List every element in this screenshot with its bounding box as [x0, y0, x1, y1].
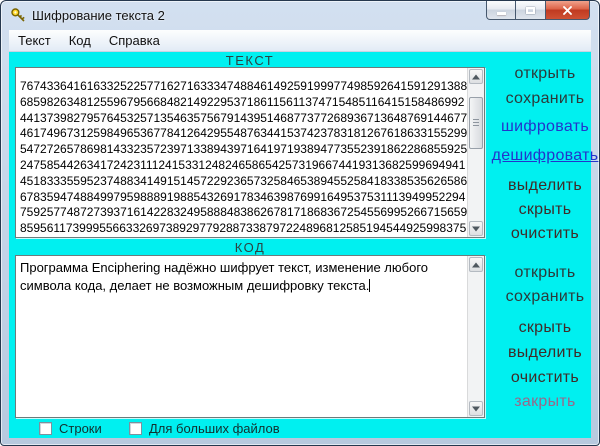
text-line: 7674336416163325225771627163334748846149… — [20, 79, 467, 93]
close-app-button[interactable]: закрыть — [489, 393, 599, 411]
client-area: ТЕКСТ 7674336416163325225771627163334748… — [9, 52, 598, 438]
text-line: 4413739827957645325713546357567914395146… — [20, 110, 467, 125]
select-code-button[interactable]: выделить — [489, 344, 599, 362]
minimize-icon — [496, 11, 506, 15]
key-icon — [10, 7, 27, 24]
large-files-checkbox[interactable]: Для больших файлов — [129, 421, 280, 436]
text-line: 5472726578698143323572397133894397164197… — [20, 142, 467, 157]
code-section-label: КОД — [234, 240, 266, 255]
app-window: Шифрование текста 2 Текст Код Справка ТЕ… — [0, 0, 600, 446]
checkbox-icon[interactable] — [39, 422, 52, 435]
window-controls — [486, 1, 590, 20]
text-line: 6859826348125596795668482149229537186115… — [20, 94, 465, 109]
text-area-content[interactable]: 7674336416163325225771627163334748846149… — [16, 68, 467, 237]
select-text-button[interactable]: выделить — [489, 177, 599, 195]
text-area[interactable]: 7674336416163325225771627163334748846149… — [15, 67, 485, 238]
text-scrollbar[interactable] — [467, 68, 484, 237]
text-line: 8595611739995566332697389297792887338797… — [20, 221, 467, 236]
save-text-button[interactable]: сохранить — [489, 90, 599, 108]
code-area[interactable]: Программа Enciphering надёжно шифрует те… — [15, 255, 485, 418]
title-bar[interactable]: Шифрование текста 2 — [1, 1, 599, 30]
maximize-icon — [526, 6, 535, 14]
hide-text-button[interactable]: скрыть — [489, 201, 599, 219]
clear-text-button[interactable]: очистить — [489, 225, 599, 243]
save-code-button[interactable]: сохранить — [489, 288, 599, 306]
encrypt-button[interactable]: шифровать — [489, 118, 599, 136]
lines-checkbox-label: Строки — [59, 421, 102, 436]
menu-item-text[interactable]: Текст — [9, 30, 60, 51]
scroll-down-button[interactable] — [469, 221, 483, 236]
open-code-button[interactable]: открыть — [489, 264, 599, 282]
large-files-checkbox-label: Для больших файлов — [149, 421, 280, 436]
scroll-up-button[interactable] — [469, 257, 483, 272]
code-area-content[interactable]: Программа Enciphering надёжно шифрует те… — [16, 256, 467, 417]
lines-checkbox[interactable]: Строки — [39, 421, 102, 436]
arrow-down-icon — [472, 226, 480, 231]
code-line: символа кода, делает не возможным дешифр… — [20, 278, 371, 293]
minimize-button[interactable] — [486, 1, 516, 20]
text-line: 4617496731259849653677841264295548763441… — [20, 126, 467, 141]
text-line: 6783594748849979598889198854326917834639… — [20, 189, 466, 204]
menu-item-code[interactable]: Код — [60, 30, 100, 51]
text-caret — [369, 279, 371, 292]
menu-item-help[interactable]: Справка — [100, 30, 169, 51]
code-scrollbar[interactable] — [467, 256, 484, 417]
open-text-button[interactable]: открыть — [489, 65, 599, 83]
maximize-button[interactable] — [516, 1, 545, 20]
scroll-up-button[interactable] — [469, 69, 483, 84]
text-line: 4518333559523748834149151457229236573258… — [20, 173, 467, 188]
menu-bar: Текст Код Справка — [9, 30, 591, 52]
hide-code-button[interactable]: скрыть — [489, 319, 599, 337]
code-line: Программа Enciphering надёжно шифрует те… — [20, 260, 429, 275]
text-line: 2475854426341724231112415331248246586542… — [20, 157, 466, 172]
arrow-up-icon — [472, 262, 480, 267]
arrow-up-icon — [472, 74, 480, 79]
checkbox-icon[interactable] — [129, 422, 142, 435]
clear-code-button[interactable]: очистить — [489, 369, 599, 387]
scroll-down-button[interactable] — [469, 401, 483, 416]
window-title: Шифрование текста 2 — [32, 8, 165, 23]
text-section-label: ТЕКСТ — [225, 53, 275, 68]
close-window-button[interactable] — [545, 1, 590, 20]
scroll-thumb[interactable] — [469, 97, 483, 149]
arrow-down-icon — [472, 406, 480, 411]
text-line: 7592577487273937161422832495888483862678… — [20, 205, 467, 220]
decrypt-button[interactable]: дешифровать — [489, 147, 599, 165]
close-icon — [563, 5, 572, 15]
